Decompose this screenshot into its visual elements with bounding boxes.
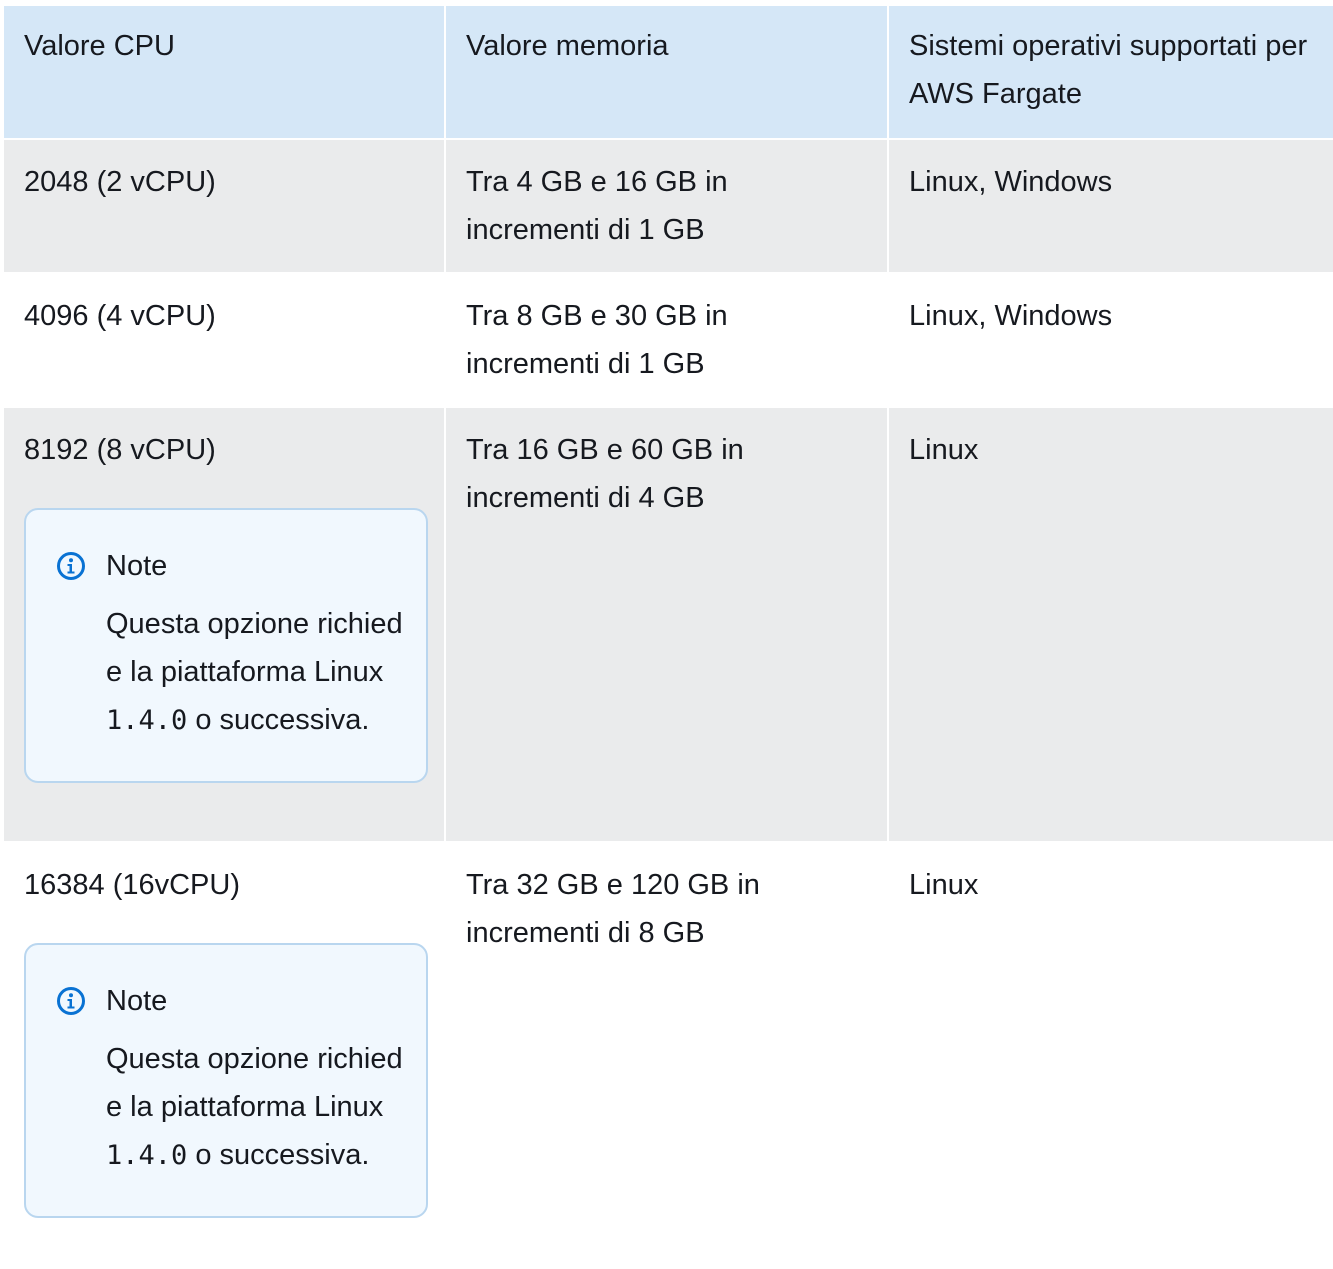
fargate-cpu-memory-table: Valore CPU Valore memoria Sistemi operat… <box>4 6 1333 1269</box>
cell-cpu: 2048 (2 vCPU) <box>4 138 446 272</box>
fargate-cpu-memory-table-wrapper: Valore CPU Valore memoria Sistemi operat… <box>4 6 1333 1269</box>
cell-memory: Tra 8 GB e 30 GB in incrementi di 1 GB <box>446 272 889 406</box>
note-text-after: o successiva. <box>187 1139 370 1171</box>
cpu-value: 16384 (16vCPU) <box>24 869 240 901</box>
note-box: Note Questa opzione richiede la piattafo… <box>24 943 428 1218</box>
note-code: 1.4.0 <box>106 1140 188 1171</box>
cell-memory: Tra 16 GB e 60 GB in incrementi di 4 GB <box>446 406 889 841</box>
table-row: 8192 (8 vCPU) Note Questa opzione richie… <box>4 406 1333 841</box>
header-memory: Valore memoria <box>446 6 889 138</box>
note-text-before: Questa opzione richiede la piattaforma L… <box>106 1043 403 1123</box>
cell-memory: Tra 32 GB e 120 GB in incrementi di 8 GB <box>446 841 889 1269</box>
header-cpu: Valore CPU <box>4 6 446 138</box>
note-code: 1.4.0 <box>106 705 188 736</box>
table-body: 2048 (2 vCPU) Tra 4 GB e 16 GB in increm… <box>4 138 1333 1269</box>
info-circle-icon <box>57 552 85 580</box>
note-text: Questa opzione richiede la piattaforma L… <box>106 1035 406 1180</box>
note-header: Note <box>56 977 406 1025</box>
table-row: 16384 (16vCPU) Note Questa opzione richi… <box>4 841 1333 1269</box>
note-text: Questa opzione richiede la piattaforma L… <box>106 600 406 745</box>
cell-os: Linux <box>889 841 1333 1269</box>
table-header: Valore CPU Valore memoria Sistemi operat… <box>4 6 1333 138</box>
note-text-before: Questa opzione richiede la piattaforma L… <box>106 608 403 688</box>
note-box: Note Questa opzione richiede la piattafo… <box>24 508 428 783</box>
cell-cpu: 16384 (16vCPU) Note Questa opzione richi… <box>4 841 446 1269</box>
cpu-value: 8192 (8 vCPU) <box>24 434 216 466</box>
note-text-after: o successiva. <box>187 704 370 736</box>
table-row: 4096 (4 vCPU) Tra 8 GB e 30 GB in increm… <box>4 272 1333 406</box>
header-os: Sistemi operativi supportati per AWS Far… <box>889 6 1333 138</box>
cell-os: Linux, Windows <box>889 138 1333 272</box>
cell-cpu: 8192 (8 vCPU) Note Questa opzione richie… <box>4 406 446 841</box>
note-title: Note <box>106 550 168 582</box>
cell-cpu: 4096 (4 vCPU) <box>4 272 446 406</box>
cell-os: Linux <box>889 406 1333 841</box>
info-circle-icon <box>57 987 85 1015</box>
cell-memory: Tra 4 GB e 16 GB in incrementi di 1 GB <box>446 138 889 272</box>
note-header: Note <box>56 542 406 590</box>
header-row: Valore CPU Valore memoria Sistemi operat… <box>4 6 1333 138</box>
cell-os: Linux, Windows <box>889 272 1333 406</box>
note-title: Note <box>106 985 168 1017</box>
table-row: 2048 (2 vCPU) Tra 4 GB e 16 GB in increm… <box>4 138 1333 272</box>
